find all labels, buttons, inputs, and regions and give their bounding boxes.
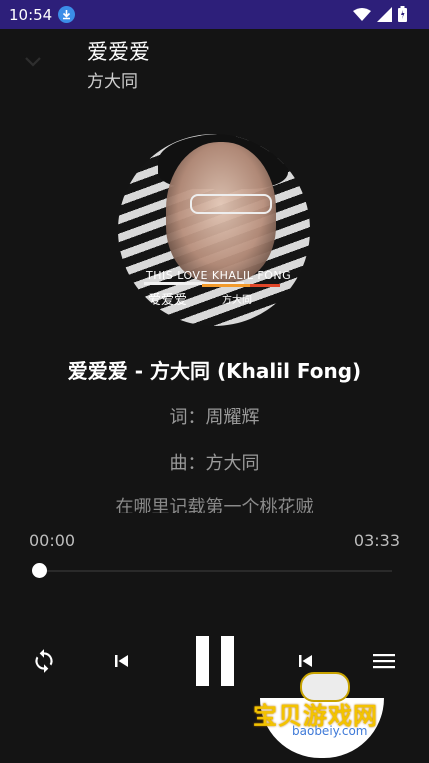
watermark-logo: 宝贝游戏网 baobeiy.com [248,660,408,760]
seek-thumb[interactable] [32,563,47,578]
status-time: 10:54 [9,6,53,24]
cover-text-cn: 爱爱爱 [148,293,188,308]
cover-band-red [250,284,280,287]
page-title: 爱爱爱 [87,40,150,64]
skip-previous-icon [112,651,132,675]
signal-icon [377,6,392,26]
pause-icon [193,635,237,691]
wifi-icon [353,7,371,26]
album-cover: THIS LOVE KHALIL FONG 爱爱爱 方大同 [118,134,310,326]
lyric-line: 在哪里记载第一个桃花贼 [115,497,314,513]
status-bar: 10:54 [0,0,429,29]
chevron-down-icon[interactable] [22,52,44,70]
repeat-button[interactable] [30,649,58,677]
repeat-icon [31,648,57,678]
cover-text-cn2: 方大同 [222,295,252,306]
previous-button[interactable] [110,651,134,675]
download-icon [58,6,75,23]
top-bar [0,29,429,89]
pause-button[interactable] [190,635,240,691]
seek-track[interactable] [38,570,392,572]
battery-icon [398,6,407,26]
total-time: 03:33 [353,531,400,550]
song-full-title: 爱爱爱 - 方大同 (Khalil Fong) [67,359,362,383]
cover-band-orange [202,284,250,287]
lyric-line: 曲：方大同 [169,453,260,474]
current-time: 00:00 [29,531,76,550]
watermark-url: baobeiy.com [292,724,368,738]
cover-glasses [190,194,272,214]
artist-subtitle: 方大同 [87,72,138,92]
cover-text-en: THIS LOVE KHALIL FONG [146,269,292,282]
lyric-line: 词：周耀辉 [169,407,260,428]
